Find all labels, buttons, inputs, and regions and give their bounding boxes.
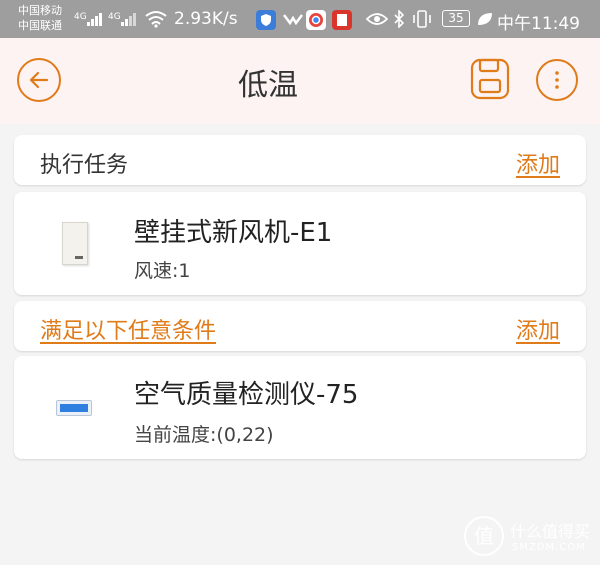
- eye-icon: [366, 13, 388, 25]
- save-floppy-icon: [470, 58, 510, 100]
- more-button[interactable]: [536, 59, 578, 101]
- add-condition-link[interactable]: 添加: [516, 313, 560, 345]
- carrier-labels: 中国移动 中国联通: [18, 3, 62, 33]
- carrier-1: 中国移动: [18, 4, 62, 17]
- bluetooth-icon: [394, 10, 405, 28]
- vpn-icon: [283, 14, 303, 26]
- condition-device-name: 空气质量检测仪-75: [134, 380, 359, 410]
- network-type-2: 4G: [108, 12, 121, 22]
- chrome-app-icon: [306, 10, 326, 30]
- news-app-icon: [332, 10, 352, 30]
- add-task-link[interactable]: 添加: [516, 147, 560, 179]
- condition-device-detail: 当前温度:(0,22): [134, 424, 274, 446]
- air-quality-monitor-image: [56, 400, 92, 416]
- watermark-text: 什么值得买: [510, 522, 591, 541]
- page-title: 低温: [238, 68, 298, 103]
- task-device-detail: 风速:1: [134, 260, 191, 282]
- more-vertical-icon: [555, 71, 559, 89]
- battery-level: 35: [448, 11, 464, 25]
- app-header: 低温: [0, 38, 600, 124]
- status-bar: 中国移动 中国联通 4G 4G 2.93K/s 35 中午11:49: [0, 0, 600, 38]
- save-button[interactable]: [470, 58, 510, 100]
- tasks-section-header: 执行任务 添加: [14, 135, 586, 185]
- carrier-2: 中国联通: [18, 19, 62, 32]
- network-speed: 2.93K/s: [174, 9, 238, 29]
- wifi-icon: [145, 11, 167, 28]
- smzdm-logo-icon: 值: [464, 516, 504, 556]
- signal-icon-2: [121, 13, 136, 26]
- signal-icon: [87, 13, 102, 26]
- task-device-name: 壁挂式新风机-E1: [134, 218, 333, 248]
- conditions-label[interactable]: 满足以下任意条件: [40, 313, 216, 345]
- watermark-sub: SMZDM.COM: [512, 542, 586, 553]
- network-type-1: 4G: [74, 12, 87, 22]
- task-device-card[interactable]: 壁挂式新风机-E1 风速:1: [14, 192, 586, 295]
- battery-indicator: 35: [442, 10, 470, 27]
- svg-text:值: 值: [474, 524, 494, 548]
- clock: 中午11:49: [497, 14, 580, 34]
- condition-device-card[interactable]: 空气质量检测仪-75 当前温度:(0,22): [14, 356, 586, 459]
- watermark: 值 什么值得买 SMZDM.COM: [462, 512, 592, 560]
- vibrate-icon: [413, 10, 431, 28]
- leaf-icon: [478, 13, 492, 25]
- fresh-air-unit-image: [62, 222, 88, 265]
- conditions-section-header: 满足以下任意条件 添加: [14, 301, 586, 351]
- tasks-label: 执行任务: [40, 153, 129, 178]
- shield-app-icon: [256, 10, 276, 30]
